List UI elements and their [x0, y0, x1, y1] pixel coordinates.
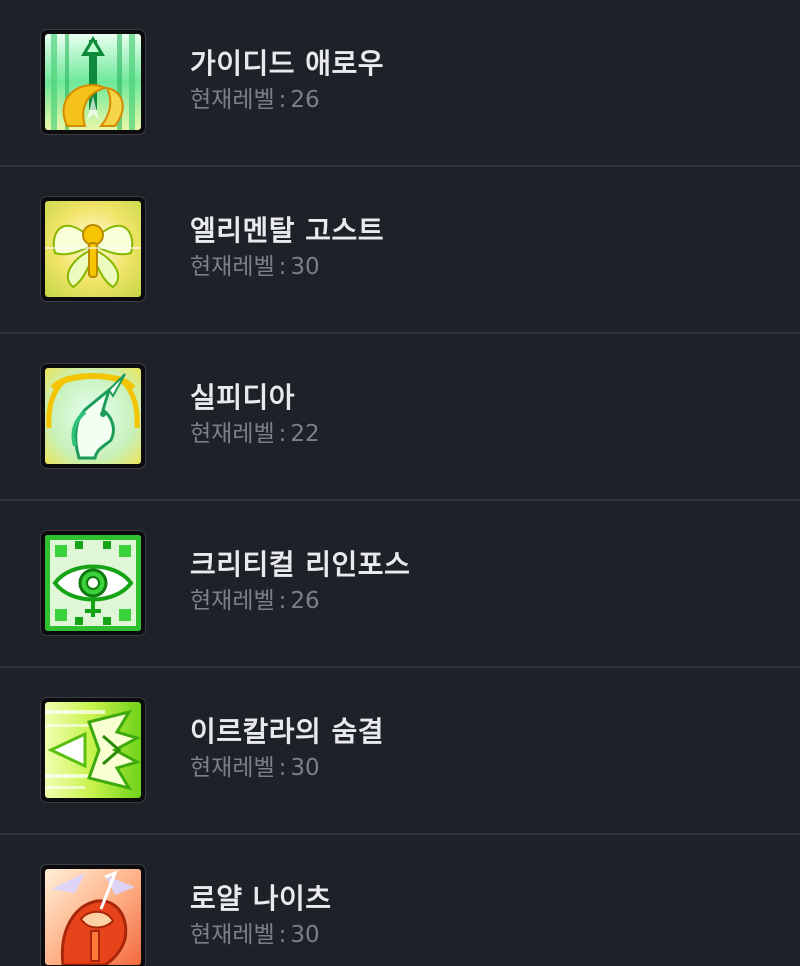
skill-level: 현재레벨:30 — [190, 251, 320, 283]
skill-name: 실피디아 — [190, 381, 296, 414]
level-separator: : — [278, 755, 287, 781]
level-value: 26 — [290, 87, 320, 113]
level-separator: : — [278, 87, 287, 113]
skill-level: 현재레벨:26 — [190, 585, 320, 617]
skill-level: 현재레벨:30 — [190, 752, 320, 784]
skill-icon-frame — [41, 30, 145, 134]
unicorn-skill-icon — [45, 368, 141, 464]
level-label: 현재레벨 — [190, 922, 275, 948]
knights-skill-icon — [45, 869, 141, 965]
level-label: 현재레벨 — [190, 755, 275, 781]
level-separator: : — [278, 588, 287, 614]
skill-row-royal-knights[interactable]: 로얄 나이츠 현재레벨:30 — [0, 835, 800, 966]
level-value: 30 — [290, 755, 320, 781]
level-value: 22 — [290, 421, 320, 447]
arrow-skill-icon — [45, 34, 141, 130]
skill-icon-frame — [41, 865, 145, 966]
skill-name: 로얄 나이츠 — [190, 882, 332, 915]
eye-skill-icon — [45, 535, 141, 631]
skill-list: 가이디드 애로우 현재레벨:26 엘리멘탈 고스트 현재레벨: 30 실피디아… — [0, 0, 800, 966]
skill-level: 현재레벨:26 — [190, 84, 320, 116]
skill-level: 현재레벨:30 — [190, 919, 320, 951]
skill-name: 크리티컬 리인포스 — [190, 548, 411, 581]
level-value: 30 — [290, 922, 320, 948]
level-value: 26 — [290, 588, 320, 614]
skill-row-critical-reinforce[interactable]: 크리티컬 리인포스 현재레벨:26 — [0, 501, 800, 668]
skill-row-irkalla-breath[interactable]: 이르칼라의 숨결 현재레벨:30 — [0, 668, 800, 835]
skill-icon-frame — [41, 698, 145, 802]
skill-level: 현재레벨:22 — [190, 418, 320, 450]
fairy-skill-icon — [45, 201, 141, 297]
skill-row-elemental-ghost[interactable]: 엘리멘탈 고스트 현재레벨:30 — [0, 167, 800, 334]
level-label: 현재레벨 — [190, 87, 275, 113]
skill-row-guided-arrow[interactable]: 가이디드 애로우 현재레벨:26 — [0, 0, 800, 167]
level-label: 현재레벨 — [190, 421, 275, 447]
level-separator: : — [278, 254, 287, 280]
level-label: 현재레벨 — [190, 588, 275, 614]
breath-skill-icon — [45, 702, 141, 798]
skill-icon-frame — [41, 197, 145, 301]
skill-row-sylphidia[interactable]: 실피디아 현재레벨:22 — [0, 334, 800, 501]
level-separator: : — [278, 421, 287, 447]
level-separator: : — [278, 922, 287, 948]
skill-name: 가이디드 애로우 — [190, 47, 385, 80]
level-value: 30 — [290, 254, 320, 280]
skill-icon-frame — [41, 531, 145, 635]
skill-name: 엘리멘탈 고스트 — [190, 214, 385, 247]
skill-icon-frame — [41, 364, 145, 468]
level-label: 현재레벨 — [190, 254, 275, 280]
skill-name: 이르칼라의 숨결 — [190, 715, 385, 748]
